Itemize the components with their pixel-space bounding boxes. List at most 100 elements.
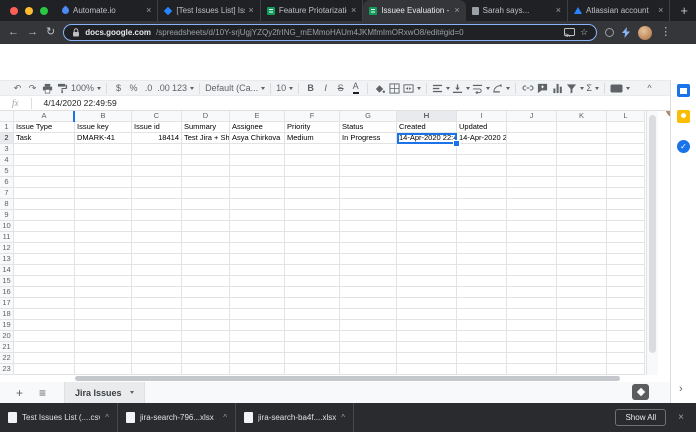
cell-H13[interactable] <box>397 254 457 265</box>
row-header-3[interactable]: 3 <box>0 144 14 155</box>
cell-G21[interactable] <box>340 342 397 353</box>
cell-H19[interactable] <box>397 320 457 331</box>
cell-C21[interactable] <box>132 342 182 353</box>
cell-E16[interactable] <box>230 287 285 298</box>
cell-C3[interactable] <box>132 144 182 155</box>
print-icon[interactable] <box>41 82 54 95</box>
cell-I11[interactable] <box>457 232 507 243</box>
browser-tab-2[interactable]: [Test Issues List] Issue× <box>158 0 260 21</box>
cell-J9[interactable] <box>507 210 557 221</box>
cell-C1[interactable]: Issue id <box>132 122 182 133</box>
cell-B9[interactable] <box>75 210 132 221</box>
strikethrough-button[interactable]: S <box>334 82 347 95</box>
cell-L16[interactable] <box>607 287 645 298</box>
cell-K17[interactable] <box>557 298 607 309</box>
cell-C23[interactable] <box>132 364 182 375</box>
cell-G8[interactable] <box>340 199 397 210</box>
cell-H15[interactable] <box>397 276 457 287</box>
cell-C13[interactable] <box>132 254 182 265</box>
cell-K15[interactable] <box>557 276 607 287</box>
row-header-2[interactable]: 2 <box>0 133 14 144</box>
browser-profile-avatar[interactable] <box>638 26 652 40</box>
keep-icon[interactable] <box>677 110 690 123</box>
cell-B16[interactable] <box>75 287 132 298</box>
cell-D3[interactable] <box>182 144 230 155</box>
cell-B21[interactable] <box>75 342 132 353</box>
row-header-5[interactable]: 5 <box>0 166 14 177</box>
column-header-I[interactable]: I <box>457 111 507 122</box>
cell-K14[interactable] <box>557 265 607 276</box>
cell-B2[interactable]: DMARK-41 <box>75 133 132 144</box>
cell-K9[interactable] <box>557 210 607 221</box>
tab-close-icon[interactable]: × <box>556 6 561 15</box>
cell-A12[interactable] <box>14 243 75 254</box>
zoom-select[interactable]: 100% <box>71 82 101 95</box>
forward-icon[interactable]: → <box>27 27 38 38</box>
cell-J6[interactable] <box>507 177 557 188</box>
row-header-12[interactable]: 12 <box>0 243 14 254</box>
cell-K19[interactable] <box>557 320 607 331</box>
row-header-19[interactable]: 19 <box>0 320 14 331</box>
cell-F15[interactable] <box>285 276 340 287</box>
cell-J3[interactable] <box>507 144 557 155</box>
cell-C22[interactable] <box>132 353 182 364</box>
cell-A16[interactable] <box>14 287 75 298</box>
cell-I18[interactable] <box>457 309 507 320</box>
cell-F4[interactable] <box>285 155 340 166</box>
cell-G16[interactable] <box>340 287 397 298</box>
cell-C20[interactable] <box>132 331 182 342</box>
download-menu-icon[interactable]: ^ <box>105 413 109 422</box>
cell-H5[interactable] <box>397 166 457 177</box>
cell-B3[interactable] <box>75 144 132 155</box>
cell-H2[interactable]: 14-Apr-2020 22:49 <box>397 133 457 144</box>
cell-H1[interactable]: Created <box>397 122 457 133</box>
tab-close-icon[interactable]: × <box>146 6 151 15</box>
cell-A5[interactable] <box>14 166 75 177</box>
cell-D2[interactable]: Test Jira + Sheet In <box>182 133 230 144</box>
column-header-K[interactable]: K <box>557 111 607 122</box>
insert-chart-icon[interactable] <box>551 82 564 95</box>
format-currency-button[interactable]: $ <box>112 82 125 95</box>
back-icon[interactable]: ← <box>8 27 19 38</box>
cell-E6[interactable] <box>230 177 285 188</box>
cell-J2[interactable] <box>507 133 557 144</box>
cell-J14[interactable] <box>507 265 557 276</box>
cell-K8[interactable] <box>557 199 607 210</box>
cell-B17[interactable] <box>75 298 132 309</box>
cell-H8[interactable] <box>397 199 457 210</box>
cell-F17[interactable] <box>285 298 340 309</box>
cell-C8[interactable] <box>132 199 182 210</box>
cell-K16[interactable] <box>557 287 607 298</box>
row-header-7[interactable]: 7 <box>0 188 14 199</box>
cell-L14[interactable] <box>607 265 645 276</box>
merge-cells-icon[interactable] <box>403 82 421 95</box>
cell-F6[interactable] <box>285 177 340 188</box>
cell-L3[interactable] <box>607 144 645 155</box>
cell-L13[interactable] <box>607 254 645 265</box>
cell-J8[interactable] <box>507 199 557 210</box>
download-menu-icon[interactable]: ^ <box>223 413 227 422</box>
cell-E1[interactable]: Assignee <box>230 122 285 133</box>
cell-E2[interactable]: Asya Chirkova <box>230 133 285 144</box>
cell-L12[interactable] <box>607 243 645 254</box>
cell-J21[interactable] <box>507 342 557 353</box>
close-window-button[interactable] <box>10 7 18 15</box>
tab-close-icon[interactable]: × <box>454 6 459 15</box>
cell-K11[interactable] <box>557 232 607 243</box>
bookmark-star-icon[interactable]: ☆ <box>580 27 588 38</box>
cell-A4[interactable] <box>14 155 75 166</box>
cell-G1[interactable]: Status <box>340 122 397 133</box>
cell-I7[interactable] <box>457 188 507 199</box>
horizontal-align-icon[interactable] <box>432 82 450 95</box>
vertical-align-icon[interactable] <box>452 82 470 95</box>
cell-D18[interactable] <box>182 309 230 320</box>
cell-I13[interactable] <box>457 254 507 265</box>
cell-D7[interactable] <box>182 188 230 199</box>
row-header-22[interactable]: 22 <box>0 353 14 364</box>
insert-comment-icon[interactable] <box>536 82 549 95</box>
cell-A14[interactable] <box>14 265 75 276</box>
column-header-G[interactable]: G <box>340 111 397 122</box>
cell-I1[interactable]: Updated <box>457 122 507 133</box>
cell-D22[interactable] <box>182 353 230 364</box>
font-size-select[interactable]: 10 <box>276 82 293 95</box>
